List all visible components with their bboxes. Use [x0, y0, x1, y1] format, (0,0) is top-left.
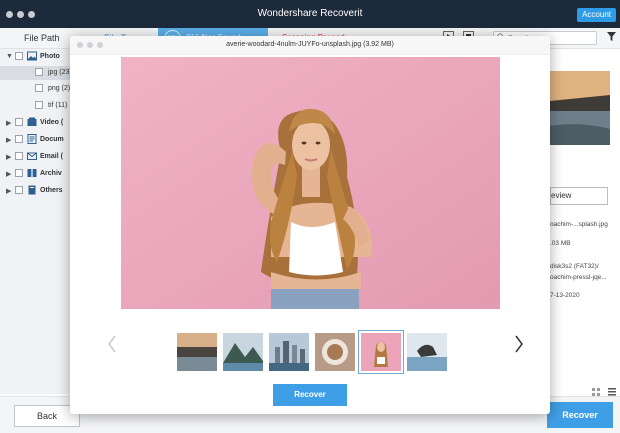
tree-label: Archiv: [40, 170, 62, 177]
checkbox[interactable]: [15, 135, 23, 143]
title-bar: Wondershare Recoverit Account: [0, 0, 620, 28]
recover-button[interactable]: Recover: [547, 402, 613, 428]
file-type-tree: ▼ Photo jpg (23) png (2) tif (11) ▶ Vide…: [0, 49, 72, 394]
collapse-arrow-icon[interactable]: ▶: [6, 170, 11, 178]
tab-file-path[interactable]: File Path: [24, 28, 60, 48]
preview-filename: averie-woodard-4nulm-JUYFo-unsplash.jpg …: [226, 41, 394, 48]
filter-icon[interactable]: [607, 32, 616, 42]
photo-folder-icon: [27, 51, 37, 61]
selected-file-thumbnail: [550, 71, 610, 145]
file-details-panel: Preview oachim-...splash.jpg .03 MB disk…: [550, 49, 620, 394]
tree-item-tif[interactable]: tif (11): [0, 99, 70, 113]
thumbnail-selected[interactable]: [358, 330, 404, 374]
preview-button[interactable]: Preview: [550, 187, 608, 205]
account-button[interactable]: Account: [577, 8, 616, 22]
thumbnail[interactable]: [407, 333, 447, 371]
expand-arrow-icon[interactable]: ▼: [6, 53, 13, 60]
dialog-title-bar: averie-woodard-4nulm-JUYFo-unsplash.jpg …: [70, 36, 550, 55]
archive-folder-icon: [27, 169, 37, 177]
preview-dialog: averie-woodard-4nulm-JUYFo-unsplash.jpg …: [70, 36, 550, 414]
checkbox[interactable]: [15, 118, 23, 126]
tree-label: Photo: [40, 53, 60, 60]
app-title: Wondershare Recoverit: [257, 8, 363, 19]
collapse-arrow-icon[interactable]: ▶: [6, 119, 11, 127]
collapse-arrow-icon[interactable]: ▶: [6, 136, 11, 144]
tree-label: Others: [40, 187, 63, 194]
document-folder-icon: [27, 134, 37, 144]
email-folder-icon: [27, 152, 37, 160]
tree-item-others[interactable]: ▶ Others: [0, 184, 70, 198]
thumbnail[interactable]: [269, 333, 309, 371]
checkbox[interactable]: [15, 152, 23, 160]
next-image-arrow-icon[interactable]: [512, 334, 526, 354]
tree-item-photo[interactable]: ▼ Photo: [0, 50, 70, 64]
dialog-recover-button[interactable]: Recover: [273, 384, 347, 406]
video-folder-icon: [27, 117, 37, 126]
thumbnail[interactable]: [177, 333, 217, 371]
tree-item-email[interactable]: ▶ Email (: [0, 150, 70, 164]
tree-item-png[interactable]: png (2): [0, 82, 70, 96]
preview-image: [121, 57, 500, 309]
list-view-icon[interactable]: [608, 388, 616, 396]
checkbox[interactable]: [15, 52, 23, 60]
others-folder-icon: [28, 185, 36, 195]
grid-view-icon[interactable]: [592, 388, 600, 396]
tree-label: Email (: [40, 153, 63, 160]
collapse-arrow-icon[interactable]: ▶: [6, 187, 11, 195]
checkbox[interactable]: [35, 68, 43, 76]
checkbox[interactable]: [35, 84, 43, 92]
file-size: .03 MB: [550, 240, 571, 247]
checkbox[interactable]: [15, 186, 23, 194]
tree-item-video[interactable]: ▶ Video (: [0, 116, 70, 130]
file-date: 7-13-2020: [550, 292, 580, 299]
tree-label: tif (11): [48, 102, 68, 109]
checkbox[interactable]: [15, 169, 23, 177]
tree-label: Docum: [40, 136, 64, 143]
file-name: oachim-...splash.jpg: [550, 221, 608, 228]
file-path-line2: oachim-pressl-jqe...: [550, 274, 607, 281]
tree-item-jpg[interactable]: jpg (23): [0, 66, 72, 80]
thumbnail[interactable]: [223, 333, 263, 371]
collapse-arrow-icon[interactable]: ▶: [6, 153, 11, 161]
tree-label: jpg (23): [48, 69, 72, 76]
thumbnail[interactable]: [315, 333, 355, 371]
previous-image-arrow-icon[interactable]: [105, 334, 119, 354]
tree-label: png (2): [48, 85, 71, 92]
tree-label: Video (: [40, 119, 64, 126]
checkbox[interactable]: [35, 101, 43, 109]
tree-item-document[interactable]: ▶ Docum: [0, 133, 70, 147]
file-path-line1: disk3s2 (FAT32)/: [550, 263, 599, 270]
tree-item-archive[interactable]: ▶ Archiv: [0, 167, 70, 181]
